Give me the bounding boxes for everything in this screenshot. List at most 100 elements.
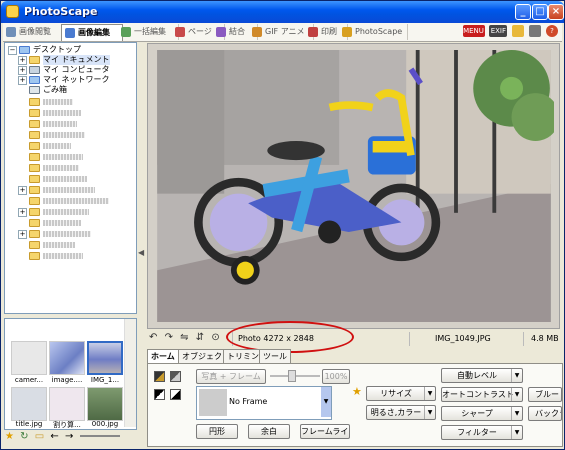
margin-button[interactable]: 余白 — [248, 424, 290, 439]
black-white-icon[interactable] — [154, 389, 165, 400]
tree-label: マイ ドキュメント — [43, 55, 110, 65]
image-canvas[interactable] — [147, 43, 560, 329]
flip-vertical-icon[interactable]: ⇵ — [196, 332, 204, 343]
rotate-icon[interactable]: ↻ — [20, 431, 28, 442]
folder-icon — [29, 109, 40, 117]
chevron-down-icon[interactable]: ▼ — [424, 387, 435, 400]
expand-icon[interactable]: + — [18, 230, 27, 239]
folder-icon — [29, 186, 40, 194]
title-bar[interactable]: PhotoScape _ □ × — [1, 1, 564, 23]
menu-button[interactable]: MENU — [462, 25, 485, 37]
expand-icon[interactable]: + — [18, 76, 27, 85]
frame-preview — [199, 389, 227, 416]
thumbnail-000[interactable] — [87, 387, 123, 421]
fit-icon[interactable]: ⊙ — [211, 332, 219, 343]
chevron-down-icon[interactable]: ▼ — [511, 388, 522, 401]
tree-label: マイ コンピュータ — [43, 65, 110, 74]
tab-batch[interactable]: 一括編集 — [118, 24, 179, 40]
minimize-button[interactable]: _ — [515, 4, 531, 20]
frame-select[interactable]: No Frame ▼ — [196, 386, 332, 420]
chevron-down-icon[interactable]: ▼ — [511, 407, 522, 420]
expand-icon[interactable]: + — [18, 208, 27, 217]
rotate-right-icon[interactable]: ↷ — [165, 332, 173, 343]
folder-tree[interactable]: − デスクトップ + マイ ドキュメント + マイ コンピュータ + マイ ネッ… — [4, 42, 137, 314]
image-action-icons: ↶ ↷ ⇋ ⇵ ⊙ — [149, 332, 224, 343]
pane-splitter[interactable]: ◀ — [137, 42, 144, 442]
frame-slider-thumb[interactable] — [288, 370, 296, 382]
exif-button[interactable]: EXIF — [489, 25, 508, 37]
color-swatch-icon[interactable] — [170, 371, 181, 382]
bloom-button[interactable]: ブルー — [528, 387, 562, 402]
auto-level-button[interactable]: 自動レベル ▼ — [441, 368, 523, 383]
expand-icon[interactable]: + — [18, 56, 27, 65]
computer-icon — [29, 66, 40, 74]
window-title: PhotoScape — [24, 5, 98, 18]
tree-label: ごみ箱 — [43, 85, 67, 94]
tab-label: PhotoScape — [355, 27, 403, 36]
folder-icon — [29, 219, 40, 227]
maximize-button[interactable]: □ — [532, 4, 548, 20]
network-icon — [29, 76, 40, 84]
tab-photoscape[interactable]: PhotoScape — [339, 24, 408, 40]
thumbnail-size-slider[interactable] — [79, 435, 120, 437]
zoom-field[interactable]: 100% — [322, 369, 350, 384]
thumbnail-label: IMG_1... — [90, 376, 120, 384]
filesize-readout: 4.8 MB — [523, 332, 565, 346]
tab-tools[interactable]: ツール — [259, 349, 291, 363]
close-button[interactable]: × — [548, 4, 564, 20]
auto-contrast-label: オートコントラスト — [442, 390, 514, 399]
bicycle-photo — [157, 50, 554, 322]
back-arrow-icon[interactable]: ← — [50, 431, 58, 442]
folder-icon — [29, 120, 40, 128]
circle-button[interactable]: 円形 — [196, 424, 238, 439]
backlight-button[interactable]: バックラ — [528, 406, 562, 421]
auto-contrast-button[interactable]: オートコントラスト ▼ — [441, 387, 523, 402]
main-tab-bar: 画像閲覧 画像編集 一括編集 ページ 結合 GIF アニメ 印刷 PhotoSc… — [3, 23, 562, 42]
thumbnail-toolbar: ★ ↻ ▭ ← → — [5, 431, 123, 445]
folder-open-icon[interactable]: ▭ — [35, 431, 44, 442]
folder-icon[interactable] — [512, 25, 525, 37]
frameline-button[interactable]: フレームライン — [300, 424, 350, 439]
chevron-down-icon[interactable]: ▼ — [424, 406, 435, 419]
folder-icon — [29, 241, 40, 249]
folder-icon — [29, 252, 40, 260]
thumbnail-image[interactable] — [49, 341, 85, 375]
collapse-arrow-icon[interactable]: ◀ — [138, 248, 144, 257]
tab-editor[interactable]: 画像編集 — [61, 24, 123, 41]
chevron-down-icon[interactable]: ▼ — [321, 387, 331, 417]
thumbnail-label: image.... — [51, 376, 83, 384]
star-icon[interactable]: ★ — [5, 431, 14, 442]
resize-button[interactable]: リサイズ ▼ — [366, 386, 436, 401]
thumbnail-title[interactable] — [11, 387, 47, 421]
settings-icon[interactable] — [529, 25, 542, 37]
expand-icon[interactable]: + — [18, 186, 27, 195]
tab-home[interactable]: ホーム — [147, 349, 179, 363]
collapse-icon[interactable]: − — [8, 46, 17, 55]
filter-label: フィルター — [457, 428, 497, 437]
brightness-color-button[interactable]: 明るさ,カラー ▼ — [366, 405, 436, 420]
thumbnail-panel[interactable]: camer... image.... IMG_1... title.jpg 割り… — [4, 318, 137, 430]
tab-viewer[interactable]: 画像閲覧 — [3, 24, 64, 40]
viewer-icon — [6, 27, 16, 37]
help-icon[interactable]: ? — [546, 25, 558, 37]
chevron-down-icon[interactable]: ▼ — [511, 426, 522, 439]
chevron-down-icon[interactable]: ▼ — [511, 369, 522, 382]
sharpen-button[interactable]: シャープ ▼ — [441, 406, 523, 421]
invert-icon[interactable] — [170, 389, 181, 400]
rotate-left-icon[interactable]: ↶ — [149, 332, 157, 343]
thumbnail-camera[interactable] — [11, 341, 47, 375]
thumbnail-label: 000.jpg — [91, 420, 119, 428]
resize-label: リサイズ — [380, 389, 412, 398]
color-swatch-icon[interactable] — [154, 371, 165, 382]
expand-icon[interactable]: + — [18, 66, 27, 75]
thumbnail-img-1049[interactable] — [87, 341, 123, 375]
flip-horizontal-icon[interactable]: ⇋ — [180, 332, 188, 343]
recycle-bin-icon — [29, 86, 40, 94]
thumbnail-label: 割り算... — [53, 421, 81, 429]
thumbnail-scrollbar[interactable] — [124, 319, 136, 427]
thumbnail-division[interactable] — [49, 387, 85, 421]
tab-label: GIF アニメ — [265, 27, 305, 36]
forward-arrow-icon[interactable]: → — [65, 431, 73, 442]
filter-button[interactable]: フィルター ▼ — [441, 425, 523, 440]
favorite-star-icon[interactable]: ★ — [352, 385, 362, 398]
